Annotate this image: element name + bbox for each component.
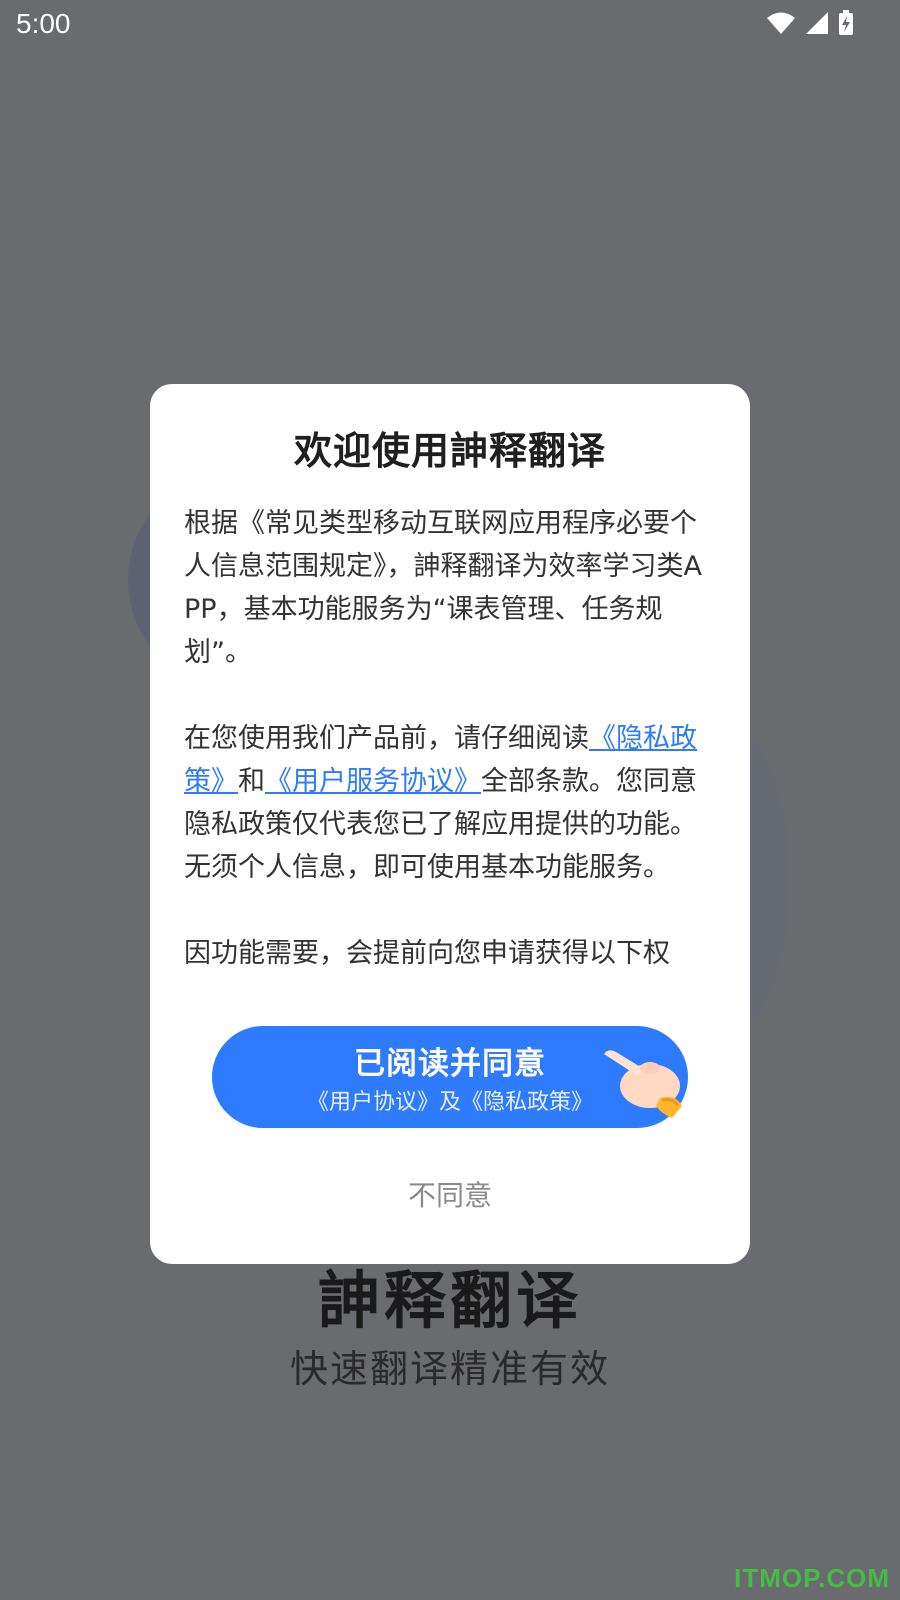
signal-icon bbox=[806, 12, 828, 34]
status-bar: 5:00 bbox=[0, 0, 900, 50]
battery-icon bbox=[839, 10, 853, 35]
disagree-button[interactable]: 不同意 bbox=[150, 1174, 750, 1214]
dialog-scroll-content[interactable]: 根据《常见类型移动互联网应用程序必要个人信息范围规定》，訷释翻译为效率学习类AP… bbox=[184, 502, 716, 966]
status-time: 5:00 bbox=[16, 8, 71, 39]
splash-slogan: 快速翻译精准有效 bbox=[289, 1347, 610, 1391]
privacy-dialog: 欢迎使用訷释翻译 根据《常见类型移动互联网应用程序必要个人信息范围规定》，訷释翻… bbox=[150, 384, 750, 1264]
watermark: ITMOP.COM bbox=[734, 1563, 890, 1593]
consent-text: 在您使用我们产品前，请仔细阅读 bbox=[184, 723, 589, 754]
consent-paragraph: 在您使用我们产品前，请仔细阅读《隐私政策》和《用户服务协议》全部条款。您同意隐私… bbox=[184, 717, 716, 889]
wifi-icon bbox=[767, 12, 795, 34]
intro-paragraph: 根据《常见类型移动互联网应用程序必要个人信息范围规定》，訷释翻译为效率学习类AP… bbox=[184, 508, 702, 668]
pointing-hand-icon bbox=[604, 1050, 682, 1118]
permission-paragraph: 因功能需要，会提前向您申请获得以下权 bbox=[184, 938, 670, 966]
consent-text: 和 bbox=[238, 766, 265, 797]
dialog-title: 欢迎使用訷释翻译 bbox=[293, 429, 606, 473]
user-agreement-link[interactable]: 《用户服务协议》 bbox=[265, 766, 481, 797]
status-icons bbox=[766, 10, 854, 36]
